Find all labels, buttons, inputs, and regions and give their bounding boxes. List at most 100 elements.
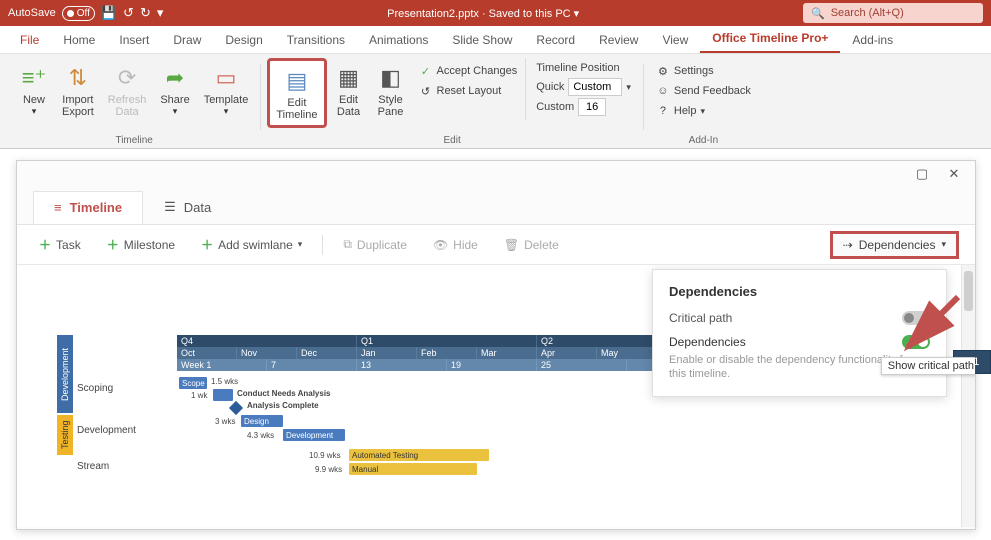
undo-icon[interactable]: ↺ bbox=[123, 5, 134, 21]
plus-icon: ＋ bbox=[201, 236, 213, 253]
analysis-complete-label: Analysis Complete bbox=[247, 401, 319, 410]
task-scope-dur: 1.5 wks bbox=[211, 377, 238, 386]
tab-draw[interactable]: Draw bbox=[161, 27, 213, 53]
design-dur: 3 wks bbox=[215, 417, 235, 426]
swimlane-development[interactable]: Development bbox=[57, 335, 73, 413]
help-button[interactable]: ?Help▾ bbox=[656, 102, 751, 120]
month-cell: Oct bbox=[177, 347, 237, 359]
edit-data-button[interactable]: ▦Edit Data bbox=[329, 58, 369, 122]
editor-tab-data[interactable]: ☰Data bbox=[143, 190, 232, 224]
import-export-icon: ⇅ bbox=[69, 62, 87, 94]
row-development[interactable]: Development bbox=[77, 425, 136, 436]
manual-dur: 9.9 wks bbox=[315, 465, 342, 474]
timeline-position-label: Timeline Position bbox=[536, 62, 631, 74]
tab-review[interactable]: Review bbox=[587, 27, 650, 53]
search-placeholder: Search (Alt+Q) bbox=[831, 7, 904, 19]
milestone-analysis-complete[interactable] bbox=[229, 401, 243, 415]
import-export-button[interactable]: ⇅Import Export bbox=[56, 58, 100, 122]
tab-insert[interactable]: Insert bbox=[107, 27, 161, 53]
quarter-cell: Q4 bbox=[177, 335, 357, 347]
tab-office-timeline[interactable]: Office Timeline Pro+ bbox=[700, 25, 840, 53]
month-cell: Apr bbox=[537, 347, 597, 359]
eye-icon: 👁 bbox=[433, 238, 448, 252]
tab-addins[interactable]: Add-ins bbox=[840, 27, 905, 53]
ribbon-content: ≡⁺New▾ ⇅Import Export ⟳Refresh Data ➦Sha… bbox=[0, 54, 991, 149]
task-manual[interactable]: Manual bbox=[349, 463, 477, 475]
accept-changes-button[interactable]: ✓Accept Changes bbox=[419, 62, 518, 80]
task-design[interactable]: Design bbox=[241, 415, 283, 427]
template-icon: ▭ bbox=[216, 62, 237, 94]
week-cell: 7 bbox=[267, 359, 357, 371]
row-scoping[interactable]: Scoping bbox=[77, 383, 113, 394]
title-dropdown-icon[interactable]: ▾ bbox=[574, 8, 580, 20]
settings-button[interactable]: ⚙Settings bbox=[656, 62, 751, 80]
custom-input[interactable] bbox=[578, 98, 606, 116]
edit-data-icon: ▦ bbox=[338, 62, 359, 94]
style-pane-button[interactable]: ◧Style Pane bbox=[371, 58, 411, 122]
chevron-down-icon[interactable]: ▾ bbox=[298, 239, 303, 250]
gear-icon: ⚙ bbox=[656, 65, 670, 78]
share-button[interactable]: ➦Share▾ bbox=[154, 58, 195, 121]
search-icon: 🔍 bbox=[811, 7, 825, 20]
task-conduct-needs[interactable] bbox=[213, 389, 233, 401]
month-cell: Feb bbox=[417, 347, 477, 359]
chevron-down-icon[interactable]: ▾ bbox=[626, 82, 631, 93]
edit-timeline-button[interactable]: ▤Edit Timeline bbox=[267, 58, 326, 128]
trash-icon: 🗑 bbox=[504, 238, 519, 252]
close-button[interactable]: ✕ bbox=[941, 163, 967, 185]
add-task-button[interactable]: ＋Task bbox=[33, 232, 87, 257]
swimlane-testing[interactable]: Testing bbox=[57, 415, 73, 455]
tab-file[interactable]: File bbox=[8, 27, 51, 53]
save-icon[interactable]: 💾 bbox=[101, 5, 117, 21]
refresh-data-button[interactable]: ⟳Refresh Data bbox=[102, 58, 153, 122]
task-scope[interactable]: Scope bbox=[179, 377, 207, 389]
tab-transitions[interactable]: Transitions bbox=[275, 27, 357, 53]
month-cell: Dec bbox=[297, 347, 357, 359]
hide-button[interactable]: 👁Hide bbox=[427, 234, 484, 256]
edit-timeline-icon: ▤ bbox=[287, 65, 308, 97]
group-label-timeline: Timeline bbox=[115, 133, 152, 148]
send-feedback-button[interactable]: ☺Send Feedback bbox=[656, 82, 751, 100]
search-box[interactable]: 🔍 Search (Alt+Q) bbox=[803, 3, 983, 23]
week-cell: 19 bbox=[447, 359, 537, 371]
new-icon: ≡⁺ bbox=[22, 62, 46, 94]
refresh-icon: ⟳ bbox=[118, 62, 136, 94]
auto-dur: 10.9 wks bbox=[309, 451, 341, 460]
redo-icon[interactable]: ↻ bbox=[140, 5, 151, 21]
task-automated-testing[interactable]: Automated Testing bbox=[349, 449, 489, 461]
month-cell: Jan bbox=[357, 347, 417, 359]
tab-record[interactable]: Record bbox=[524, 27, 587, 53]
timeline-canvas[interactable]: Dependencies Critical path Dependencies … bbox=[17, 265, 975, 527]
tab-home[interactable]: Home bbox=[51, 27, 107, 53]
autosave-toggle[interactable]: Off bbox=[62, 6, 95, 21]
new-button[interactable]: ≡⁺New▾ bbox=[14, 58, 54, 121]
duplicate-button[interactable]: ⧉Duplicate bbox=[337, 233, 413, 256]
popup-title: Dependencies bbox=[669, 284, 930, 299]
conduct-needs-label: Conduct Needs Analysis bbox=[237, 389, 331, 398]
timeline-icon: ≡ bbox=[54, 200, 62, 215]
tab-design[interactable]: Design bbox=[213, 27, 274, 53]
row-stream[interactable]: Stream bbox=[77, 461, 109, 472]
tab-slideshow[interactable]: Slide Show bbox=[440, 27, 524, 53]
month-cell: Nov bbox=[237, 347, 297, 359]
task-development[interactable]: Development bbox=[283, 429, 345, 441]
editor-tab-timeline[interactable]: ≡Timeline bbox=[33, 191, 143, 224]
month-cell: Mar bbox=[477, 347, 537, 359]
template-button[interactable]: ▭Template▾ bbox=[198, 58, 255, 121]
group-label-edit: Edit bbox=[443, 133, 460, 148]
dev-dur: 4.3 wks bbox=[247, 431, 274, 440]
help-icon: ? bbox=[656, 105, 670, 117]
tab-view[interactable]: View bbox=[650, 27, 700, 53]
cna-dur: 1 wk bbox=[191, 391, 207, 400]
plus-icon: ＋ bbox=[107, 236, 119, 253]
add-swimlane-button[interactable]: ＋Add swimlane ▾ bbox=[195, 232, 308, 257]
tab-animations[interactable]: Animations bbox=[357, 27, 440, 53]
quarter-cell: Q1 bbox=[357, 335, 537, 347]
add-milestone-button[interactable]: ＋Milestone bbox=[101, 232, 181, 257]
dependencies-dropdown[interactable]: ⇢ Dependencies ▾ bbox=[830, 231, 959, 259]
delete-button[interactable]: 🗑Delete bbox=[498, 234, 565, 256]
quick-select[interactable] bbox=[568, 78, 622, 96]
reset-layout-button[interactable]: ↺Reset Layout bbox=[419, 82, 518, 100]
maximize-button[interactable]: ▢ bbox=[909, 163, 935, 185]
callout-arrow bbox=[898, 292, 968, 362]
